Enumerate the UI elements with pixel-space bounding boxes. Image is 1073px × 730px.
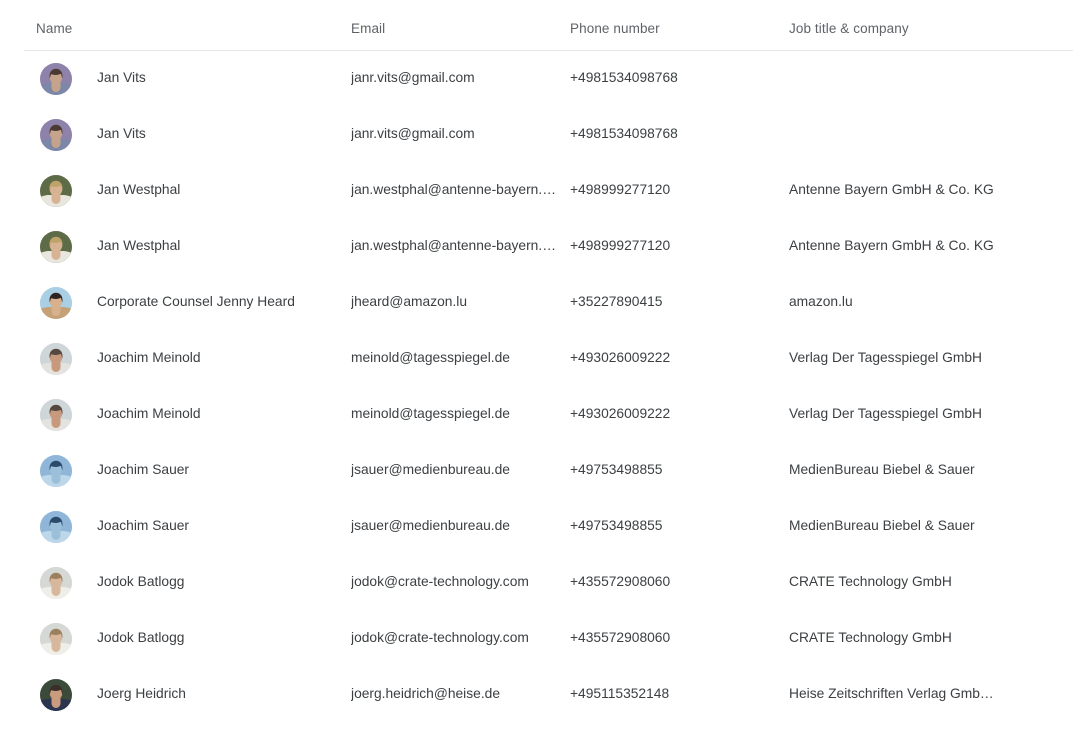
contact-job-title-company: MedienBureau Biebel & Sauer <box>789 518 975 533</box>
avatar <box>40 119 72 151</box>
contact-name: Jan Westphal <box>97 182 181 197</box>
contact-email: joerg.heidrich@heise.de <box>351 686 500 701</box>
contact-phone: +498999277120 <box>570 238 671 253</box>
contact-phone: +49753498855 <box>570 462 663 477</box>
table-row[interactable]: Corporate Counsel Jenny Heard jheard@amaz… <box>0 275 1073 331</box>
avatar <box>40 399 72 431</box>
avatar <box>40 511 72 543</box>
contact-job-title-company: Verlag Der Tagesspiegel GmbH <box>789 406 983 421</box>
contact-job-title-company: MedienBureau Biebel & Sauer <box>789 462 975 477</box>
avatar <box>40 623 72 655</box>
table-row[interactable]: Joachim Meinold meinold@tagesspiegel.de +4… <box>0 387 1073 443</box>
table-row[interactable]: Joerg Heidrich joerg.heidrich@heise.de +49… <box>0 667 1073 723</box>
contact-name: Joachim Sauer <box>97 518 190 533</box>
contact-job-title-company: Verlag Der Tagesspiegel GmbH <box>789 350 983 365</box>
avatar <box>40 455 72 487</box>
contact-name: Joachim Meinold <box>97 406 201 421</box>
contacts-table: Name Email Phone number Job title & comp… <box>0 0 1073 730</box>
contact-email: jan.westphal@antenne-bayern.… <box>351 238 556 253</box>
table-row[interactable]: Jodok Batlogg jodok@crate-technology.com +… <box>0 611 1073 667</box>
contact-job-title-company: Heise Zeitschriften Verlag Gmb… <box>789 686 994 701</box>
avatar <box>40 175 72 207</box>
column-header-phone[interactable]: Phone number <box>570 21 660 37</box>
contact-phone: +498999277120 <box>570 182 671 197</box>
contact-email: meinold@tagesspiegel.de <box>351 406 510 421</box>
contact-job-title-company: Antenne Bayern GmbH & Co. KG <box>789 182 994 197</box>
table-row[interactable]: Jan Vits janr.vits@gmail.com +498153409876… <box>0 107 1073 163</box>
contact-email: jsauer@medienbureau.de <box>351 518 510 533</box>
contact-name: Jan Vits <box>97 126 146 141</box>
table-row[interactable]: Jan Westphal jan.westphal@antenne-bayern.… <box>0 219 1073 275</box>
avatar <box>40 63 72 95</box>
table-row[interactable]: Jan Vits janr.vits@gmail.com +498153409876… <box>0 51 1073 107</box>
contact-name: Joachim Meinold <box>97 350 201 365</box>
avatar <box>40 343 72 375</box>
contact-phone: +435572908060 <box>570 574 671 589</box>
column-header-email[interactable]: Email <box>351 21 385 37</box>
contact-name: Jan Vits <box>97 70 146 85</box>
contact-email: janr.vits@gmail.com <box>351 126 475 141</box>
avatar <box>40 287 72 319</box>
column-header-name[interactable]: Name <box>36 21 72 37</box>
contact-phone: +493026009222 <box>570 350 671 365</box>
table-row[interactable]: Joachim Sauer jsauer@medienbureau.de +4975… <box>0 443 1073 499</box>
contact-name: Jodok Batlogg <box>97 574 185 589</box>
contact-job-title-company: Antenne Bayern GmbH & Co. KG <box>789 238 994 253</box>
contact-job-title-company: CRATE Technology GmbH <box>789 574 952 589</box>
contact-phone: +495115352148 <box>570 686 670 701</box>
contact-name: Joachim Sauer <box>97 462 190 477</box>
contact-phone: +493026009222 <box>570 406 671 421</box>
contact-phone: +4981534098768 <box>570 126 678 141</box>
contact-name: Joerg Heidrich <box>97 686 186 701</box>
contact-email: meinold@tagesspiegel.de <box>351 350 510 365</box>
contact-name: Jan Westphal <box>97 238 181 253</box>
contact-job-title-company: CRATE Technology GmbH <box>789 630 952 645</box>
table-row[interactable]: Joachim Meinold meinold@tagesspiegel.de +4… <box>0 331 1073 387</box>
table-row[interactable]: Jan Westphal jan.westphal@antenne-bayern.… <box>0 163 1073 219</box>
avatar <box>40 231 72 263</box>
contact-email: jan.westphal@antenne-bayern.… <box>351 182 556 197</box>
contact-job-title-company: amazon.lu <box>789 294 853 309</box>
column-header-job-title-company[interactable]: Job title & company <box>789 21 909 37</box>
table-body: Jan Vits janr.vits@gmail.com +498153409876… <box>0 51 1073 723</box>
contact-phone: +35227890415 <box>570 294 663 309</box>
contact-phone: +49753498855 <box>570 518 663 533</box>
contact-phone: +4981534098768 <box>570 70 678 85</box>
avatar <box>40 567 72 599</box>
table-row[interactable]: Jodok Batlogg jodok@crate-technology.com +… <box>0 555 1073 611</box>
contact-name: Corporate Counsel Jenny Heard <box>97 294 295 309</box>
contact-email: jodok@crate-technology.com <box>351 630 529 645</box>
table-header-row: Name Email Phone number Job title & comp… <box>0 0 1073 51</box>
avatar <box>40 679 72 711</box>
contact-email: jsauer@medienbureau.de <box>351 462 510 477</box>
table-row[interactable]: Joachim Sauer jsauer@medienbureau.de +4975… <box>0 499 1073 555</box>
contact-name: Jodok Batlogg <box>97 630 185 645</box>
contact-email: jodok@crate-technology.com <box>351 574 529 589</box>
contact-phone: +435572908060 <box>570 630 671 645</box>
contact-email: jheard@amazon.lu <box>351 294 468 309</box>
contact-email: janr.vits@gmail.com <box>351 70 475 85</box>
